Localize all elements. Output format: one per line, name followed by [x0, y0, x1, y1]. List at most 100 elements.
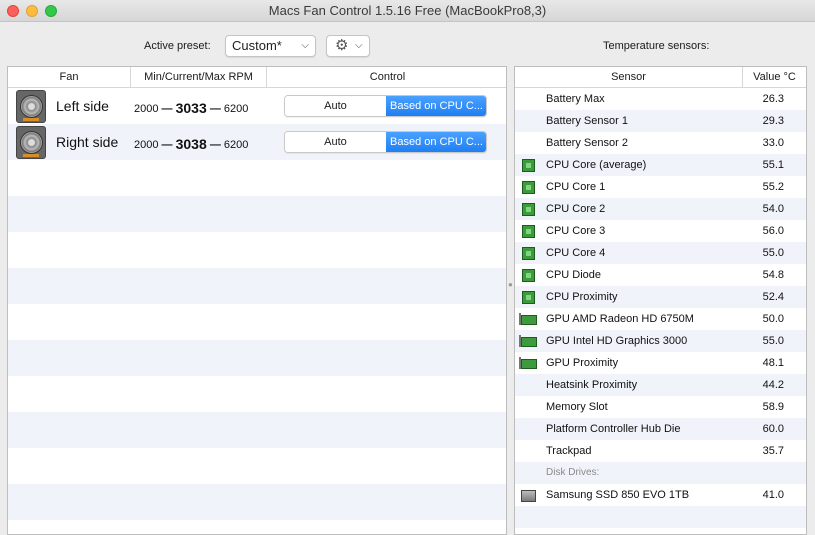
sensor-row[interactable]: Battery Sensor 2 33.0	[515, 133, 806, 155]
fan-min-rpm: 2000	[134, 103, 159, 115]
value-column-header[interactable]: Value °C	[743, 67, 806, 88]
sensor-name: Battery Sensor 2	[546, 137, 628, 149]
sensor-row[interactable]: Platform Controller Hub Die 60.0	[515, 419, 806, 441]
sensor-row[interactable]: CPU Core 1 55.2	[515, 177, 806, 199]
sensor-name: GPU Intel HD Graphics 3000	[546, 335, 688, 347]
sensor-name: CPU Core 4	[546, 247, 606, 259]
fan-name: Right side	[56, 134, 119, 150]
sensor-name: GPU AMD Radeon HD 6750M	[546, 313, 694, 325]
gear-icon: ⚙	[335, 37, 349, 54]
fan-rpm: 2000 — 3033 — 6200	[134, 99, 248, 116]
fan-control-segmented: Auto Based on CPU C...	[284, 95, 487, 117]
auto-button[interactable]: Auto	[285, 132, 386, 152]
auto-button[interactable]: Auto	[285, 96, 386, 116]
sensor-value: 35.7	[762, 445, 784, 457]
sensor-row[interactable]: GPU Intel HD Graphics 3000 55.0	[515, 331, 806, 353]
control-column-header[interactable]: Control	[267, 67, 506, 88]
cpu-chip-icon	[522, 247, 535, 260]
sensor-row[interactable]: Battery Max 26.3	[515, 89, 806, 111]
chevron-down-icon: ⌵	[301, 40, 309, 51]
fan-row-left-side[interactable]: Left side 2000 — 3033 — 6200 Auto Based …	[8, 88, 506, 124]
sensor-name: Memory Slot	[546, 401, 608, 413]
sensor-row[interactable]: GPU Proximity 48.1	[515, 353, 806, 375]
dash-separator: —	[209, 103, 221, 115]
sensor-name: Trackpad	[546, 445, 592, 457]
sensor-row[interactable]: Heatsink Proximity 44.2	[515, 375, 806, 397]
fan-column-header[interactable]: Fan	[8, 67, 131, 88]
sensor-value: 55.0	[762, 247, 784, 259]
dash-separator: —	[161, 103, 173, 115]
sensor-value: 54.8	[762, 269, 784, 281]
fan-icon	[16, 126, 46, 159]
dash-separator: —	[209, 139, 221, 151]
sensor-name: CPU Core 1	[546, 181, 606, 193]
sensor-value: 26.3	[762, 93, 784, 105]
split-view-handle[interactable]: ●	[508, 280, 513, 289]
fan-icon	[16, 90, 46, 123]
sensor-value: 50.0	[762, 313, 784, 325]
sensor-name: Platform Controller Hub Die	[546, 423, 681, 435]
gpu-card-icon	[519, 313, 537, 325]
ssd-drive-icon	[521, 490, 536, 502]
disk-drives-group-row: Disk Drives:	[515, 463, 806, 485]
fan-table: Fan Min/Current/Max RPM Control Left sid…	[7, 66, 507, 535]
active-preset-label: Active preset:	[144, 40, 211, 52]
fan-min-rpm: 2000	[134, 139, 159, 151]
gpu-card-icon	[519, 357, 537, 369]
sensor-name: GPU Proximity	[546, 357, 619, 369]
sensor-value: 44.2	[762, 379, 784, 391]
sensor-name: CPU Core 3	[546, 225, 606, 237]
sensor-row[interactable]: Memory Slot 58.9	[515, 397, 806, 419]
rpm-column-header[interactable]: Min/Current/Max RPM	[131, 67, 267, 88]
cpu-chip-icon	[522, 291, 535, 304]
sensor-row[interactable]: CPU Core 3 56.0	[515, 221, 806, 243]
fan-max-rpm: 6200	[223, 139, 249, 151]
fan-name: Left side	[56, 98, 109, 114]
sensor-value: 55.1	[762, 159, 784, 171]
fan-row-right-side[interactable]: Right side 2000 — 3038 — 6200 Auto Based…	[8, 124, 506, 160]
sensor-row[interactable]: CPU Core (average) 55.1	[515, 155, 806, 177]
sensor-row[interactable]: Battery Sensor 1 29.3	[515, 111, 806, 133]
fan-current-rpm: 3033	[175, 100, 207, 116]
preset-value: Custom*	[232, 38, 282, 53]
preset-dropdown[interactable]: Custom* ⌵	[225, 35, 316, 57]
sensor-name: Heatsink Proximity	[546, 379, 638, 391]
sensor-row[interactable]: CPU Core 2 54.0	[515, 199, 806, 221]
sensor-value: 55.2	[762, 181, 784, 193]
sensor-table: Sensor Value °C Battery Max 26.3 Battery…	[514, 66, 807, 535]
window-title: Macs Fan Control 1.5.16 Free (MacBookPro…	[268, 3, 547, 18]
sensor-value: 56.0	[762, 225, 784, 237]
sensor-name: Battery Max	[546, 93, 605, 105]
title-bar: Macs Fan Control 1.5.16 Free (MacBookPro…	[0, 0, 815, 22]
dash-separator: —	[161, 139, 173, 151]
sensor-name: Samsung SSD 850 EVO 1TB	[546, 489, 690, 501]
preset-actions-button[interactable]: ⚙ ⌵	[326, 35, 370, 57]
sensor-column-header[interactable]: Sensor	[515, 67, 743, 88]
sensor-row[interactable]: CPU Core 4 55.0	[515, 243, 806, 265]
cpu-chip-icon	[522, 269, 535, 282]
sensor-row[interactable]: CPU Diode 54.8	[515, 265, 806, 287]
sensor-value: 52.4	[762, 291, 784, 303]
sensor-name: CPU Diode	[546, 269, 602, 281]
cpu-chip-icon	[522, 203, 535, 216]
sensor-value: 54.0	[762, 203, 784, 215]
sensor-row[interactable]: CPU Proximity 52.4	[515, 287, 806, 309]
sensor-row[interactable]: GPU AMD Radeon HD 6750M 50.0	[515, 309, 806, 331]
sensor-value: 58.9	[762, 401, 784, 413]
sensor-value: 29.3	[762, 115, 784, 127]
disk-drives-group-label: Disk Drives:	[546, 467, 600, 478]
based-on-cpu-button[interactable]: Based on CPU C...	[386, 96, 486, 116]
sensor-name: CPU Core (average)	[546, 159, 647, 171]
sensor-value: 48.1	[762, 357, 784, 369]
temperature-sensors-label: Temperature sensors:	[603, 40, 710, 52]
fan-rpm: 2000 — 3038 — 6200	[134, 135, 249, 152]
based-on-cpu-button[interactable]: Based on CPU C...	[386, 132, 486, 152]
fan-current-rpm: 3038	[175, 136, 207, 152]
sensor-row[interactable]: Samsung SSD 850 EVO 1TB 41.0	[515, 485, 806, 507]
sensor-value: 55.0	[762, 335, 784, 347]
sensor-value: 41.0	[762, 489, 784, 501]
fan-control-segmented: Auto Based on CPU C...	[284, 131, 487, 153]
sensor-name: CPU Core 2	[546, 203, 606, 215]
sensor-row[interactable]: Trackpad 35.7	[515, 441, 806, 463]
cpu-chip-icon	[522, 225, 535, 238]
